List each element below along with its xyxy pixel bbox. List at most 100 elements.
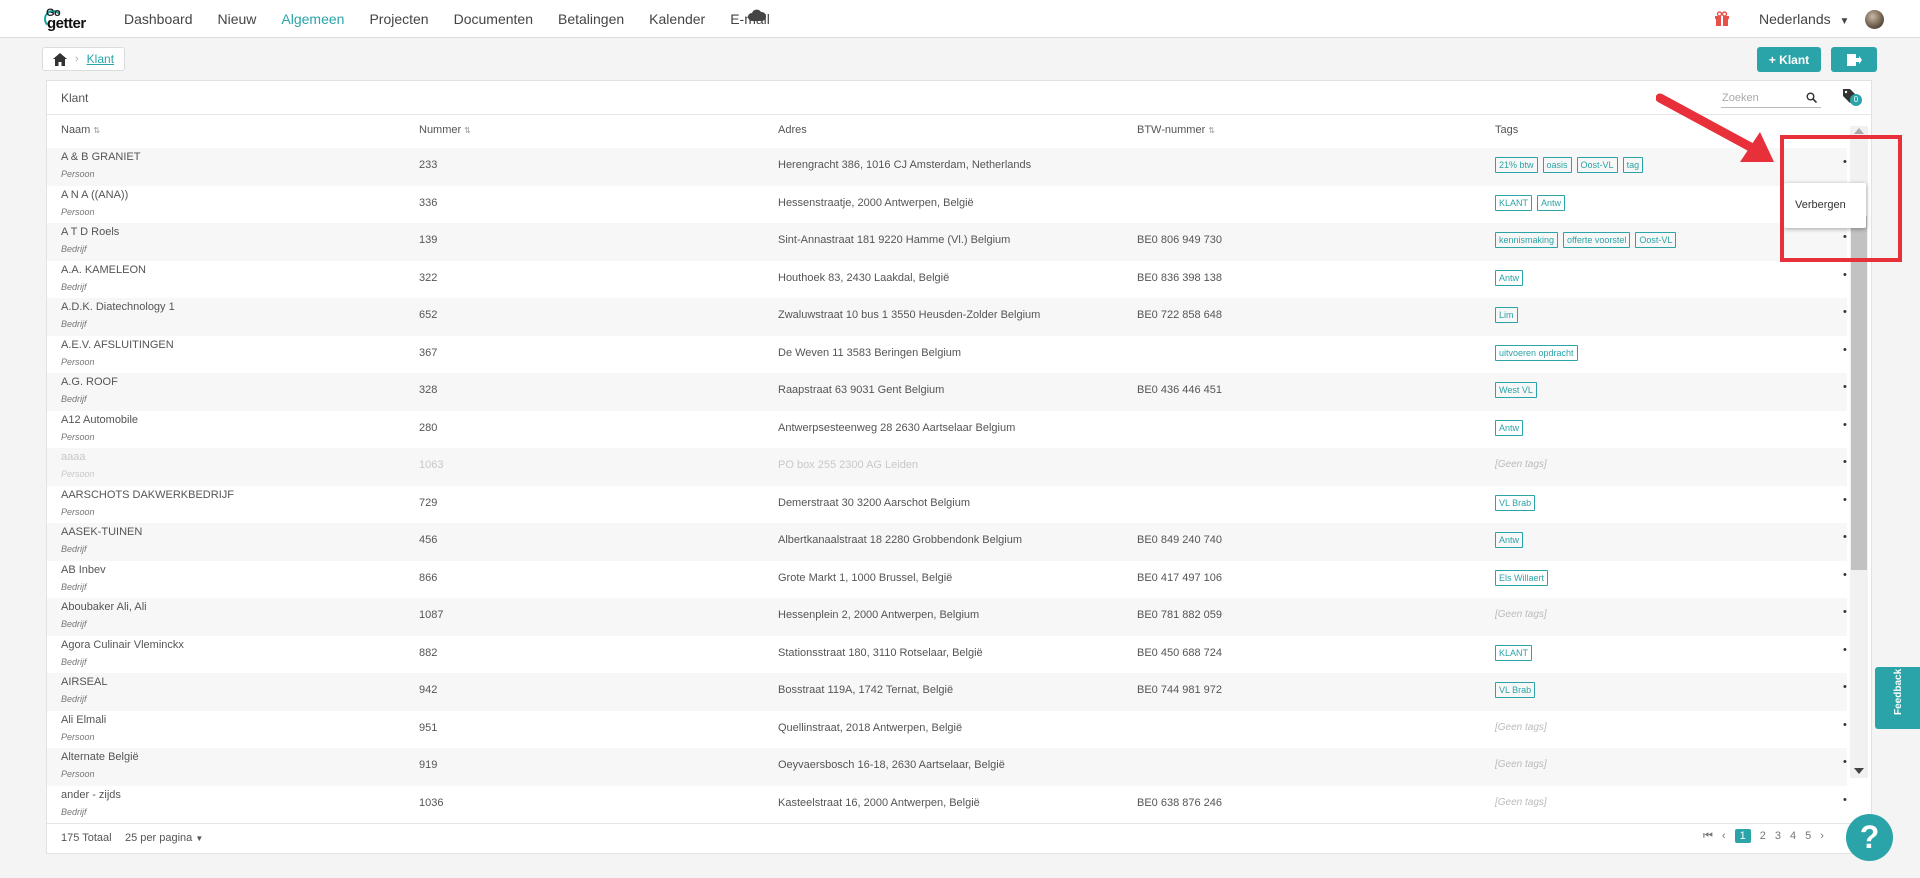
nav-item-documenten[interactable]: Documenten (454, 11, 533, 27)
scroll-down-icon[interactable] (1854, 768, 1864, 774)
tag-badge[interactable]: Oost-VL (1635, 232, 1677, 248)
table-row[interactable]: Agora Culinair Vleminckx Bedrijf 882 Statio… (47, 636, 1847, 674)
feedback-tab[interactable]: Feedback (1875, 667, 1920, 729)
tag-badge[interactable]: oasis (1542, 157, 1572, 173)
tag-badge[interactable]: Antw (1495, 419, 1524, 436)
client-name[interactable]: Ali Elmali (61, 714, 106, 726)
row-menu-icon[interactable]: • (1843, 794, 1847, 806)
add-klant-button[interactable]: + Klant (1757, 47, 1821, 72)
table-row[interactable]: A.D.K. Diatechnology 1 Bedrijf 652 Zwaluwst… (47, 298, 1847, 336)
table-row[interactable]: A & B GRANIET Persoon 233 Herengracht 386, … (47, 148, 1847, 186)
page-2-button[interactable]: 2 (1760, 830, 1766, 842)
per-page-select[interactable]: 25 per pagina ▼ (125, 832, 203, 844)
nav-item-betalingen[interactable]: Betalingen (558, 11, 624, 27)
table-row[interactable]: A T D Roels Bedrijf 139 Sint-Annastraat 181… (47, 223, 1847, 261)
client-name[interactable]: AB Inbev (61, 564, 106, 576)
tag-badge[interactable]: Antw (1495, 532, 1524, 548)
column-nummer[interactable]: Nummer ⇅ (419, 124, 471, 136)
tag-badge[interactable]: 21% btw (1495, 157, 1538, 173)
row-menu-icon[interactable]: • (1843, 681, 1847, 693)
row-menu-icon[interactable]: • (1843, 381, 1847, 393)
gogetter-logo[interactable]: Go getter (44, 7, 100, 32)
table-row[interactable]: A N A ((ANA)) Persoon 336 Hessenstraatje, 2… (47, 186, 1847, 224)
page-4-button[interactable]: 4 (1790, 830, 1796, 842)
table-row[interactable]: AASEK-TUINEN Bedrijf 456 Albertkanaalstraat… (47, 523, 1847, 561)
page-3-button[interactable]: 3 (1775, 830, 1781, 842)
client-name[interactable]: AIRSEAL (61, 676, 107, 688)
tag-badge[interactable]: KLANT (1495, 644, 1533, 661)
row-menu-icon[interactable]: • (1843, 494, 1847, 506)
client-name[interactable]: aaaa (61, 451, 85, 463)
tag-badge[interactable]: Antw (1495, 269, 1524, 286)
row-menu-icon[interactable]: • (1843, 644, 1847, 656)
table-row[interactable]: A.E.V. AFSLUITINGEN Persoon 367 De Weven 11… (47, 336, 1847, 374)
cloud-icon[interactable] (748, 9, 766, 21)
tag-badge[interactable]: kennismaking (1495, 232, 1559, 248)
prev-page-icon[interactable]: ‹ (1722, 830, 1726, 842)
table-row[interactable]: A12 Automobile Persoon 280 Antwerpsesteenwe… (47, 411, 1847, 449)
column-naam[interactable]: Naam ⇅ (61, 124, 100, 136)
nav-item-algemeen[interactable]: Algemeen (281, 11, 344, 27)
row-menu-icon[interactable]: • (1843, 719, 1847, 731)
scroll-up-icon[interactable] (1854, 128, 1864, 134)
client-name[interactable]: A.E.V. AFSLUITINGEN (61, 339, 174, 351)
nav-item-nieuw[interactable]: Nieuw (218, 11, 257, 27)
tag-badge[interactable]: offerte voorstel (1563, 232, 1631, 248)
column-btw[interactable]: BTW-nummer ⇅ (1137, 124, 1215, 136)
row-menu-icon[interactable]: • (1843, 456, 1847, 468)
export-button[interactable] (1831, 47, 1877, 72)
row-menu-icon[interactable]: • (1843, 756, 1847, 768)
table-row[interactable]: A.A. KAMELEON Bedrijf 322 Houthoek 83, 2430… (47, 261, 1847, 299)
row-menu-icon[interactable]: • (1843, 344, 1847, 356)
client-name[interactable]: AARSCHOTS DAKWERKBEDRIJF (61, 489, 234, 501)
table-row[interactable]: Ali Elmali Persoon 951 Quellinstraat, 2018 … (47, 711, 1847, 749)
nav-item-projecten[interactable]: Projecten (369, 11, 428, 27)
page-1-button[interactable]: 1 (1734, 829, 1751, 843)
table-row[interactable]: Aboubaker Ali, Ali Bedrijf 1087 Hessenplein… (47, 598, 1847, 636)
nav-item-kalender[interactable]: Kalender (649, 11, 705, 27)
user-avatar[interactable] (1865, 10, 1884, 29)
row-menu-icon[interactable]: • (1843, 419, 1847, 431)
client-name[interactable]: A.A. KAMELEON (61, 264, 146, 276)
client-name[interactable]: ander - zijds (61, 789, 121, 801)
table-row[interactable]: Alternate België Persoon 919 Oeyvaersbosch … (47, 748, 1847, 786)
row-menu-icon[interactable]: • (1843, 269, 1847, 281)
table-row[interactable]: AB Inbev Bedrijf 866 Grote Markt 1, 1000 Br… (47, 561, 1847, 599)
row-menu-icon[interactable]: • (1843, 306, 1847, 318)
language-selector[interactable]: Nederlands ▼ (1759, 11, 1849, 27)
client-name[interactable]: A.G. ROOF (61, 376, 118, 388)
client-name[interactable]: A & B GRANIET (61, 151, 140, 163)
table-row[interactable]: AIRSEAL Bedrijf 942 Bosstraat 119A, 1742 Te… (47, 673, 1847, 711)
gift-icon[interactable] (1714, 11, 1730, 27)
row-menu-icon[interactable]: • (1843, 569, 1847, 581)
next-page-icon[interactable]: › (1820, 830, 1824, 842)
home-icon[interactable] (53, 52, 67, 66)
table-row[interactable]: A.G. ROOF Bedrijf 328 Raapstraat 63 9031 Ge… (47, 373, 1847, 411)
row-menu-icon[interactable]: • (1843, 606, 1847, 618)
client-name[interactable]: AASEK-TUINEN (61, 526, 142, 538)
table-row[interactable]: ander - zijds Bedrijf 1036 Kasteelstraat 16… (47, 786, 1847, 824)
breadcrumb-klant-link[interactable]: Klant (87, 52, 114, 66)
client-name[interactable]: Aboubaker Ali, Ali (61, 601, 147, 613)
tag-badge[interactable]: Els Willaert (1495, 569, 1549, 586)
tag-badge[interactable]: uitvoeren opdracht (1495, 344, 1578, 361)
scrollbar-thumb[interactable] (1851, 216, 1867, 570)
tag-badge[interactable]: tag (1622, 157, 1644, 173)
client-name[interactable]: A T D Roels (61, 226, 119, 238)
tag-badge[interactable]: Lim (1495, 307, 1518, 323)
tag-badge[interactable]: Antw (1537, 194, 1566, 211)
nav-item-dashboard[interactable]: Dashboard (124, 11, 193, 27)
tag-badge[interactable]: VL Brab (1495, 682, 1536, 698)
table-row[interactable]: AARSCHOTS DAKWERKBEDRIJF Persoon 729 Demers… (47, 486, 1847, 524)
tag-badge[interactable]: VL Brab (1495, 494, 1536, 511)
page-5-button[interactable]: 5 (1805, 830, 1811, 842)
client-name[interactable]: A N A ((ANA)) (61, 189, 128, 201)
help-button[interactable]: ? (1846, 814, 1893, 861)
client-name[interactable]: A12 Automobile (61, 414, 138, 426)
table-row[interactable]: aaaa Persoon 1063 PO box 255 2300 AG Leiden… (47, 448, 1847, 486)
first-page-icon[interactable]: ⏮ (1703, 830, 1713, 843)
tag-badge[interactable]: Oost-VL (1576, 157, 1618, 173)
row-menu-icon[interactable]: • (1843, 531, 1847, 543)
tag-badge[interactable]: KLANT (1495, 194, 1533, 211)
client-name[interactable]: A.D.K. Diatechnology 1 (61, 301, 175, 313)
